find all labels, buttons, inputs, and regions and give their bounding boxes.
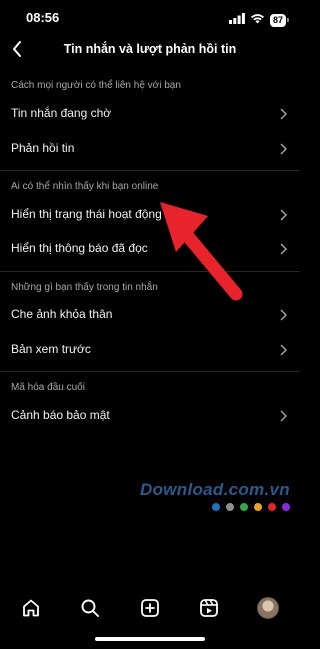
watermark-dot — [268, 503, 276, 511]
tab-create[interactable] — [138, 596, 162, 620]
reels-icon — [200, 599, 218, 617]
tab-reels[interactable] — [197, 596, 221, 620]
home-icon — [23, 599, 39, 617]
watermark: Download.com.vn — [140, 480, 290, 511]
search-icon — [81, 599, 99, 617]
tab-home[interactable] — [19, 596, 43, 620]
wifi-icon — [250, 11, 265, 29]
signal-icon — [228, 11, 245, 29]
row-label: Hiển thị thông báo đã đọc — [11, 241, 148, 255]
watermark-dot — [212, 503, 220, 511]
row-label: Bản xem trước — [11, 342, 91, 356]
section-divider — [0, 371, 300, 372]
chevron-right-icon — [280, 309, 287, 321]
avatar — [257, 597, 279, 619]
status-time: 08:56 — [26, 10, 60, 25]
chevron-right-icon — [280, 344, 287, 356]
section-header-encryption: Mã hóa đầu cuối — [11, 382, 85, 393]
section-header-online: Ai có thể nhìn thấy khi bạn online — [11, 181, 159, 192]
status-icons: 87 — [228, 11, 290, 29]
watermark-text: Download.com.vn — [140, 480, 290, 499]
settings-row-pending-messages[interactable]: Tin nhắn đang chờ — [0, 99, 300, 129]
chevron-right-icon — [280, 209, 287, 221]
settings-row-story-replies[interactable]: Phản hồi tin — [0, 134, 300, 164]
settings-row-security-alerts[interactable]: Cảnh báo bảo mật — [0, 401, 300, 431]
row-label: Phản hồi tin — [11, 141, 75, 155]
chevron-right-icon — [280, 143, 287, 155]
chevron-right-icon — [280, 108, 287, 120]
page-title: Tin nhắn và lượt phản hồi tin — [63, 42, 237, 56]
tab-bar — [0, 588, 300, 628]
chevron-right-icon — [280, 243, 287, 255]
home-indicator — [95, 637, 205, 641]
watermark-dot — [282, 503, 290, 511]
section-divider — [0, 170, 300, 171]
battery-indicator: 87 — [269, 13, 290, 27]
nav-bar: Tin nhắn và lượt phản hồi tin — [0, 34, 300, 64]
create-icon — [141, 599, 159, 617]
row-label: Hiển thị trạng thái hoạt động — [11, 207, 162, 221]
watermark-dots — [212, 503, 290, 511]
section-header-messages: Những gì bạn thấy trong tin nhắn — [11, 282, 158, 293]
watermark-dot — [226, 503, 234, 511]
tab-search[interactable] — [78, 596, 102, 620]
row-label: Cảnh báo bảo mật — [11, 408, 110, 422]
section-header-contact: Cách mọi người có thể liên hệ với bạn — [11, 80, 181, 91]
tab-profile[interactable] — [256, 596, 280, 620]
watermark-dot — [254, 503, 262, 511]
watermark-dot — [240, 503, 248, 511]
annotation-arrow-icon — [160, 202, 243, 301]
status-bar: 08:56 87 — [0, 0, 300, 34]
row-label: Che ảnh khỏa thân — [11, 307, 113, 321]
row-label: Tin nhắn đang chờ — [11, 106, 112, 120]
settings-row-previews[interactable]: Bản xem trước — [0, 335, 300, 365]
chevron-right-icon — [280, 410, 287, 422]
